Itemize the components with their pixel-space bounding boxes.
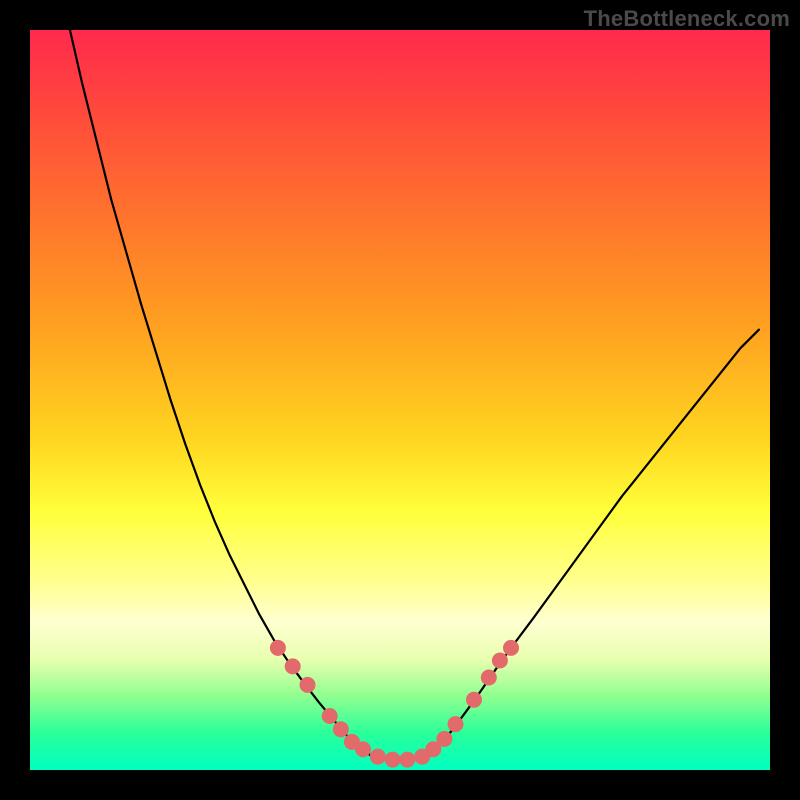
curve-line [70, 30, 759, 760]
marker-dot [370, 749, 386, 765]
marker-dot [436, 731, 452, 747]
marker-dot [322, 708, 338, 724]
chart-overlay [30, 30, 770, 770]
plot-area [30, 30, 770, 770]
watermark-text: TheBottleneck.com [584, 6, 790, 32]
marker-dot [385, 752, 401, 768]
marker-dot [466, 692, 482, 708]
marker-dot [503, 640, 519, 656]
marker-dot [270, 640, 286, 656]
marker-dot [300, 677, 316, 693]
marker-dot [448, 716, 464, 732]
marker-dot [481, 670, 497, 686]
chart-frame: TheBottleneck.com [0, 0, 800, 800]
marker-dot [492, 652, 508, 668]
marker-dot [399, 752, 415, 768]
marker-dot [333, 721, 349, 737]
marker-dots [270, 640, 519, 768]
marker-dot [285, 658, 301, 674]
marker-dot [355, 741, 371, 757]
